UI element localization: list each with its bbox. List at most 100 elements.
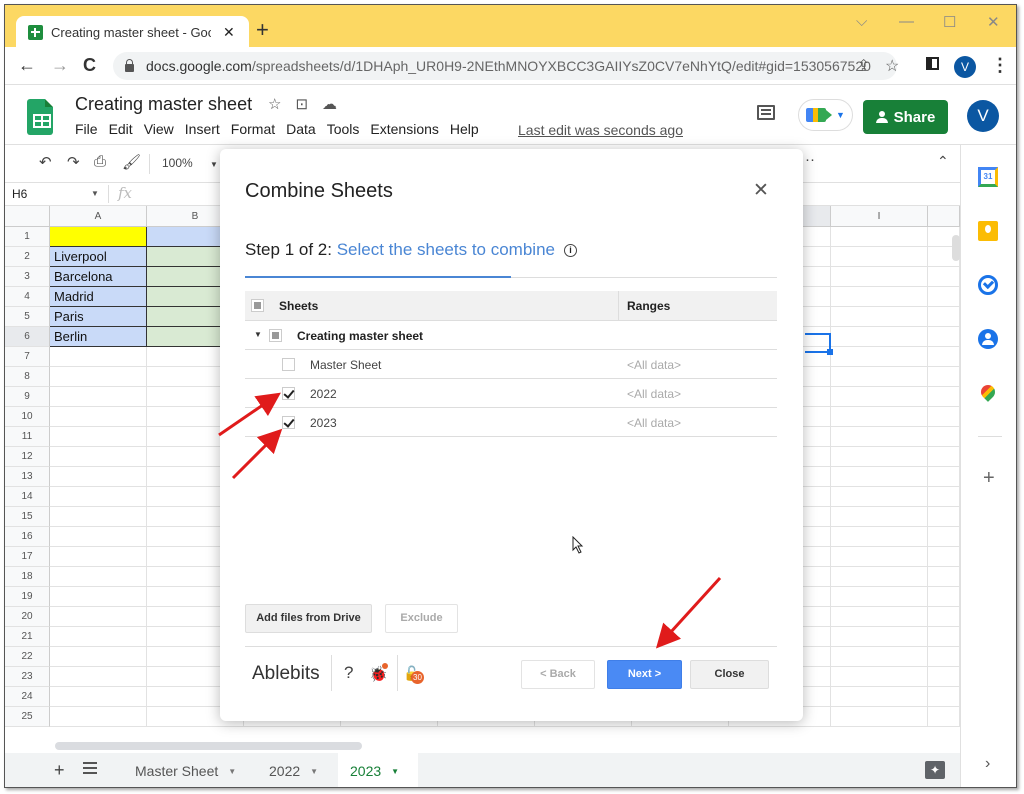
grid-cell[interactable]	[50, 367, 147, 387]
grid-cell[interactable]	[50, 567, 147, 587]
grid-cell[interactable]: Berlin	[50, 327, 147, 347]
contacts-icon[interactable]	[978, 329, 998, 349]
group-checkbox[interactable]	[269, 329, 282, 342]
maximize-button[interactable]: ☐	[943, 13, 956, 31]
grid-cell[interactable]	[50, 427, 147, 447]
row-header[interactable]: 4	[5, 287, 50, 307]
tasks-icon[interactable]	[978, 275, 998, 295]
grid-cell[interactable]	[50, 687, 147, 707]
calendar-icon[interactable]: 31	[978, 167, 998, 187]
browser-menu-icon[interactable]: ⋮	[991, 55, 1009, 76]
move-folder-icon[interactable]: ⊡	[295, 95, 308, 113]
row-header[interactable]: 24	[5, 687, 50, 707]
menu-data[interactable]: Data	[286, 121, 316, 137]
grid-cell[interactable]	[928, 527, 960, 547]
zoom-select[interactable]: 100% ▼	[162, 156, 218, 170]
grid-cell[interactable]	[831, 687, 928, 707]
sheet-range[interactable]: <All data>	[627, 416, 681, 430]
grid-cell[interactable]	[50, 627, 147, 647]
explore-icon[interactable]: ✦	[925, 761, 945, 779]
grid-cell[interactable]	[831, 267, 928, 287]
sheet-tab-2023[interactable]: 2023 ▼	[338, 753, 418, 787]
grid-cell[interactable]	[928, 687, 960, 707]
row-header[interactable]: 9	[5, 387, 50, 407]
row-header[interactable]: 14	[5, 487, 50, 507]
grid-cell[interactable]	[50, 487, 147, 507]
sheet-tab-master-sheet[interactable]: Master Sheet ▼	[123, 753, 248, 787]
sheet-row[interactable]: Master Sheet <All data>	[245, 350, 777, 379]
add-addon-icon[interactable]: +	[983, 467, 995, 490]
row-header[interactable]: 15	[5, 507, 50, 527]
menu-view[interactable]: View	[144, 121, 174, 137]
sheet-checkbox[interactable]	[282, 358, 295, 371]
row-header[interactable]: 17	[5, 547, 50, 567]
add-files-from-drive-button[interactable]: Add files from Drive	[245, 604, 372, 633]
grid-cell[interactable]	[831, 667, 928, 687]
meet-button[interactable]: ▼	[798, 99, 853, 131]
grid-cell[interactable]	[928, 407, 960, 427]
expand-panel-icon[interactable]: ›	[985, 755, 990, 773]
vertical-scrollbar[interactable]	[952, 235, 960, 261]
sheet-range[interactable]: <All data>	[627, 358, 681, 372]
grid-cell[interactable]	[50, 227, 147, 247]
grid-cell[interactable]	[831, 327, 928, 347]
row-header[interactable]: 12	[5, 447, 50, 467]
grid-cell[interactable]	[50, 507, 147, 527]
grid-cell[interactable]	[50, 527, 147, 547]
sheet-row[interactable]: 2022 <All data>	[245, 379, 777, 408]
grid-cell[interactable]	[831, 707, 928, 727]
last-edit-link[interactable]: Last edit was seconds ago	[518, 122, 683, 138]
grid-cell[interactable]	[50, 647, 147, 667]
grid-cell[interactable]	[928, 347, 960, 367]
row-header[interactable]: 22	[5, 647, 50, 667]
menu-tools[interactable]: Tools	[327, 121, 360, 137]
grid-cell[interactable]	[831, 487, 928, 507]
grid-cell[interactable]	[50, 707, 147, 727]
row-header[interactable]: 25	[5, 707, 50, 727]
grid-cell[interactable]	[928, 587, 960, 607]
row-header[interactable]: 16	[5, 527, 50, 547]
grid-cell[interactable]	[831, 547, 928, 567]
back-button[interactable]: < Back	[521, 660, 595, 689]
more-options-icon[interactable]: ··	[805, 151, 815, 168]
grid-cell[interactable]	[928, 567, 960, 587]
share-page-icon[interactable]: ⇪	[857, 56, 870, 76]
forward-icon[interactable]: →	[51, 55, 69, 76]
browser-tab[interactable]: Creating master sheet - Google S ✕	[16, 16, 249, 49]
grid-cell[interactable]	[928, 447, 960, 467]
dialog-close-icon[interactable]: ✕	[753, 179, 769, 202]
grid-cell[interactable]	[50, 587, 147, 607]
row-header[interactable]: 10	[5, 407, 50, 427]
row-header[interactable]: 11	[5, 427, 50, 447]
grid-cell[interactable]	[831, 567, 928, 587]
grid-cell[interactable]	[831, 627, 928, 647]
tab-search-icon[interactable]: ⌵	[856, 13, 867, 30]
grid-cell[interactable]	[50, 467, 147, 487]
grid-cell[interactable]	[928, 427, 960, 447]
grid-cell[interactable]	[50, 407, 147, 427]
grid-cell[interactable]	[831, 587, 928, 607]
row-header[interactable]: 21	[5, 627, 50, 647]
reload-icon[interactable]: C	[83, 55, 96, 76]
row-header[interactable]: 6	[5, 327, 50, 347]
row-header[interactable]: 19	[5, 587, 50, 607]
sheet-checkbox[interactable]	[282, 416, 295, 429]
column-header-a[interactable]: A	[50, 206, 147, 227]
select-all-checkbox[interactable]	[251, 299, 264, 312]
info-icon[interactable]: i	[563, 244, 577, 258]
new-tab-button[interactable]: +	[256, 17, 269, 43]
grid-cell[interactable]	[50, 447, 147, 467]
grid-cell[interactable]	[831, 647, 928, 667]
grid-cell[interactable]	[928, 387, 960, 407]
grid-cell[interactable]	[50, 667, 147, 687]
row-header[interactable]: 23	[5, 667, 50, 687]
grid-cell[interactable]	[831, 287, 928, 307]
select-all-corner[interactable]	[5, 206, 50, 227]
menu-help[interactable]: Help	[450, 121, 479, 137]
exclude-button[interactable]: Exclude	[385, 604, 458, 633]
row-header[interactable]: 5	[5, 307, 50, 327]
sheet-tab-2022[interactable]: 2022 ▼	[257, 753, 330, 787]
minimize-button[interactable]: —	[899, 13, 914, 30]
redo-icon[interactable]: ↷	[67, 153, 80, 171]
chevron-down-icon[interactable]: ▼	[91, 189, 99, 198]
